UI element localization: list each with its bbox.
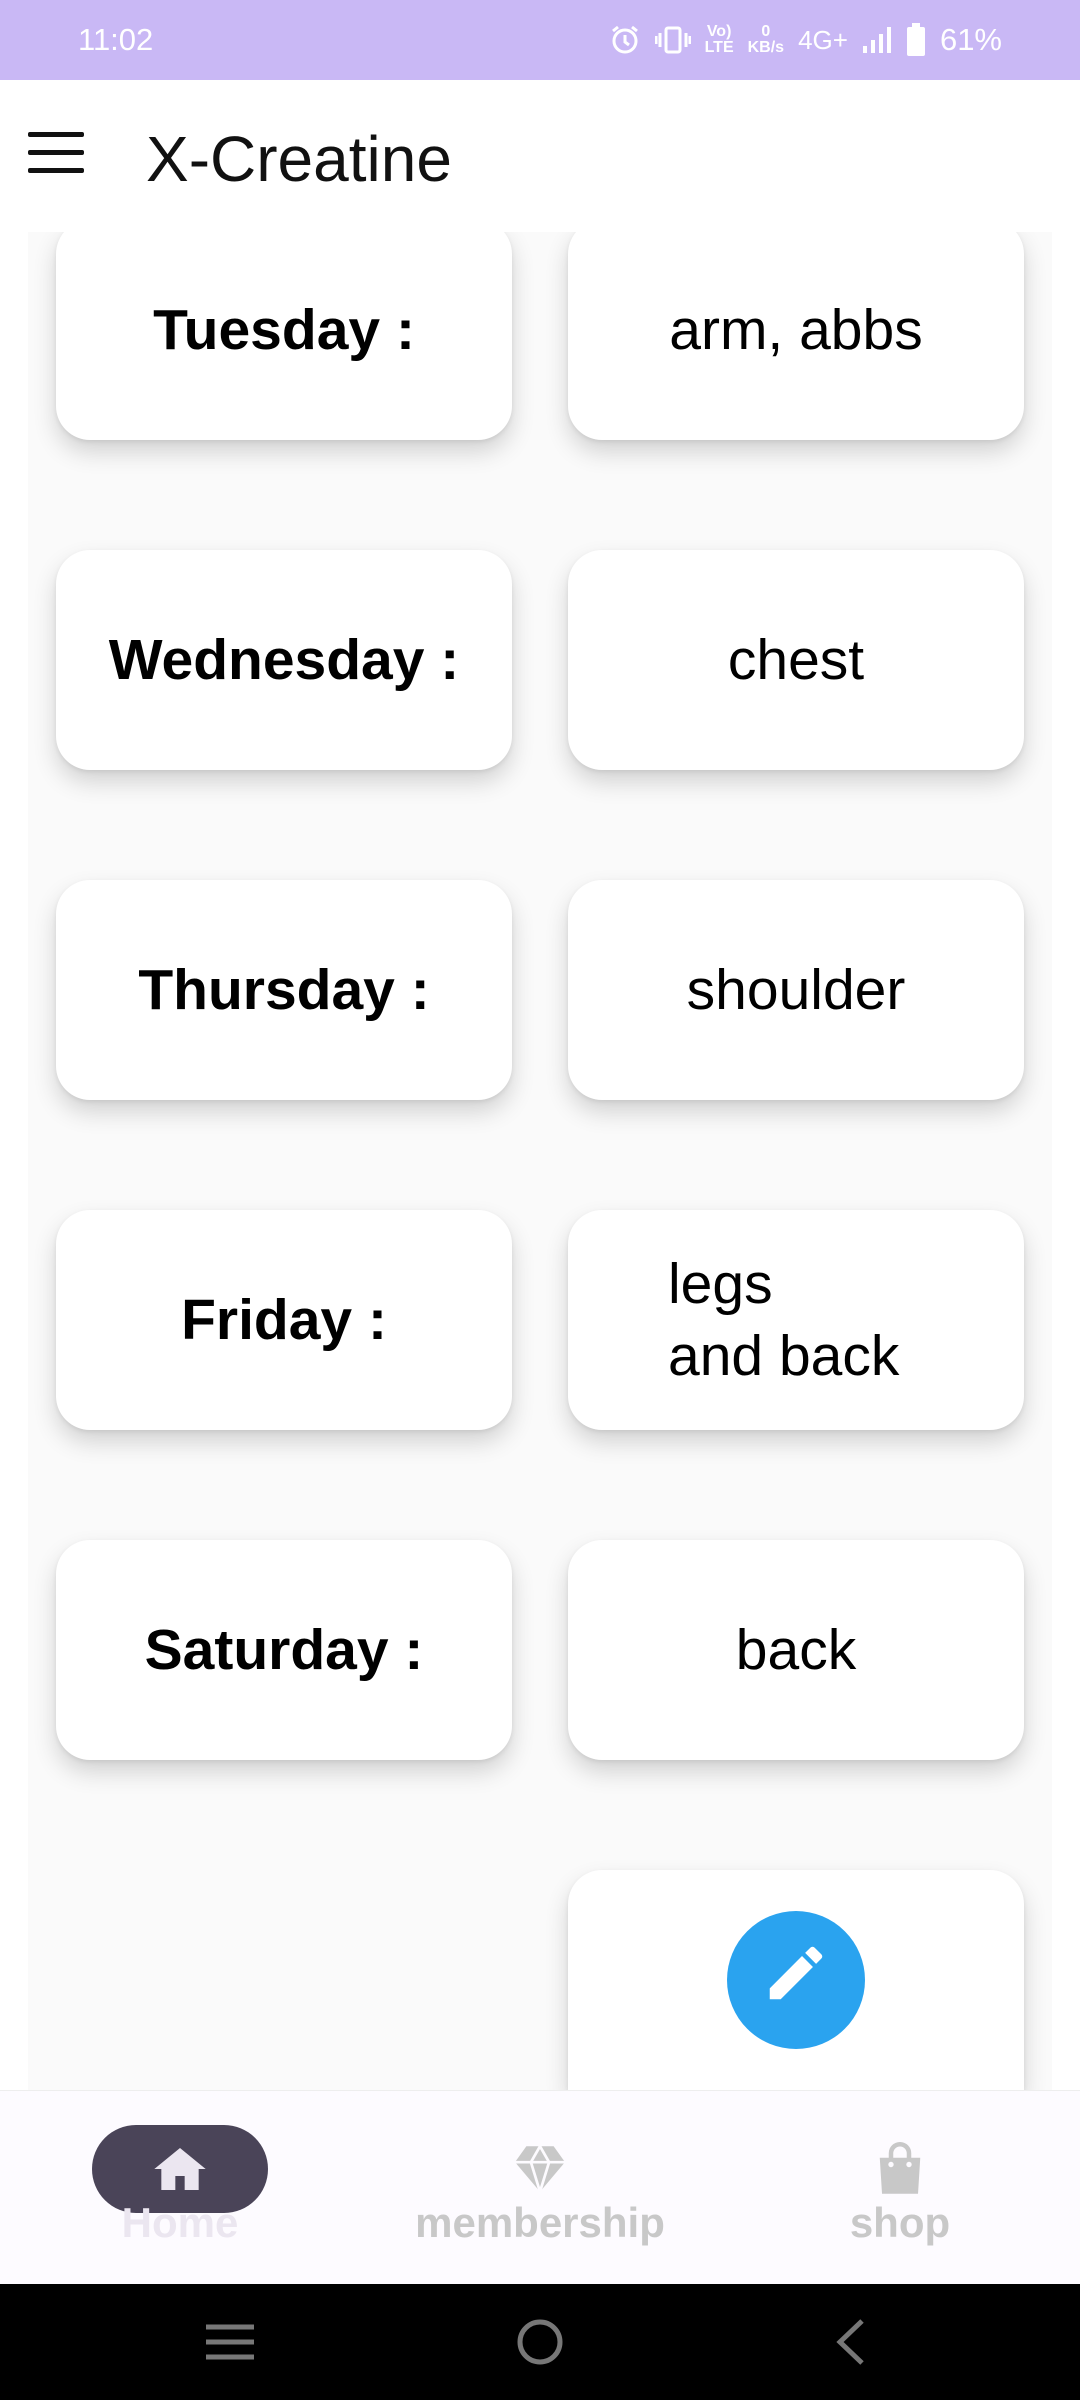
volte-icon: Vo) LTE — [705, 24, 734, 56]
app-title: X-Creatine — [146, 123, 452, 195]
battery-level: 61% — [939, 22, 1002, 57]
activity-card-saturday[interactable]: back — [568, 1540, 1024, 1760]
activity-card-wednesday[interactable]: chest — [568, 550, 1024, 770]
edit-card — [568, 1870, 1024, 2090]
recents-icon[interactable] — [180, 2284, 280, 2400]
activity-label: chest — [727, 628, 865, 692]
day-card-wednesday[interactable]: Wednesday : — [56, 550, 512, 770]
shopping-bag-icon — [872, 2141, 928, 2197]
network-speed-unit: KB/s — [747, 39, 785, 56]
day-card-friday[interactable]: Friday : — [56, 1210, 512, 1430]
schedule-list[interactable]: Tuesday : arm, abbs Wednesday : chest Th… — [28, 232, 1052, 2090]
day-label: Wednesday : — [108, 628, 460, 692]
status-bar: 11:02 Vo) LTE 0 KB/s 4G+ 61% — [0, 0, 1080, 80]
day-label: Saturday : — [144, 1618, 424, 1682]
battery-icon — [906, 23, 926, 57]
network-type: 4G+ — [798, 24, 848, 55]
day-label: Thursday : — [138, 958, 430, 1022]
status-icons: Vo) LTE 0 KB/s 4G+ 61% — [609, 22, 1002, 58]
system-navigation-bar — [0, 2284, 1080, 2400]
network-speed: 0 KB/s — [748, 24, 784, 56]
nav-label-membership: membership — [415, 2199, 665, 2246]
diamond-icon — [512, 2141, 568, 2197]
status-time: 11:02 — [78, 22, 154, 57]
alarm-icon — [609, 24, 641, 56]
network-speed-value: 0 — [761, 23, 771, 40]
activity-label: arm, abbs — [669, 298, 923, 362]
home-circle-icon[interactable] — [490, 2284, 590, 2400]
nav-label-home: Home — [121, 2199, 239, 2246]
home-icon — [152, 2141, 208, 2197]
volte-bottom: LTE — [704, 39, 734, 56]
edit-button[interactable] — [727, 1911, 865, 2049]
activity-label: shoulder — [686, 958, 906, 1022]
hamburger-menu-icon[interactable] — [28, 132, 86, 176]
volte-top: Vo) — [706, 23, 732, 40]
day-card-tuesday[interactable]: Tuesday : — [56, 232, 512, 440]
activity-label: legs and back — [668, 1252, 900, 1388]
app-bar: X-Creatine — [0, 80, 1080, 232]
vibrate-icon — [654, 25, 691, 55]
day-card-saturday[interactable]: Saturday : — [56, 1540, 512, 1760]
activity-label: back — [735, 1618, 857, 1682]
nav-item-home[interactable]: Home — [60, 2091, 300, 2285]
activity-card-tuesday[interactable]: arm, abbs — [568, 232, 1024, 440]
day-label: Friday : — [181, 1288, 387, 1352]
nav-item-membership[interactable]: membership — [400, 2091, 680, 2285]
activity-card-thursday[interactable]: shoulder — [568, 880, 1024, 1100]
nav-item-shop[interactable]: shop — [780, 2091, 1020, 2285]
back-icon[interactable] — [800, 2284, 900, 2400]
pencil-icon — [761, 1938, 831, 2022]
bottom-navigation: Home membership shop — [0, 2090, 1080, 2284]
day-label: Tuesday : — [153, 298, 415, 362]
signal-icon — [862, 26, 892, 54]
day-card-thursday[interactable]: Thursday : — [56, 880, 512, 1100]
activity-card-friday[interactable]: legs and back — [568, 1210, 1024, 1430]
nav-label-shop: shop — [849, 2199, 951, 2246]
